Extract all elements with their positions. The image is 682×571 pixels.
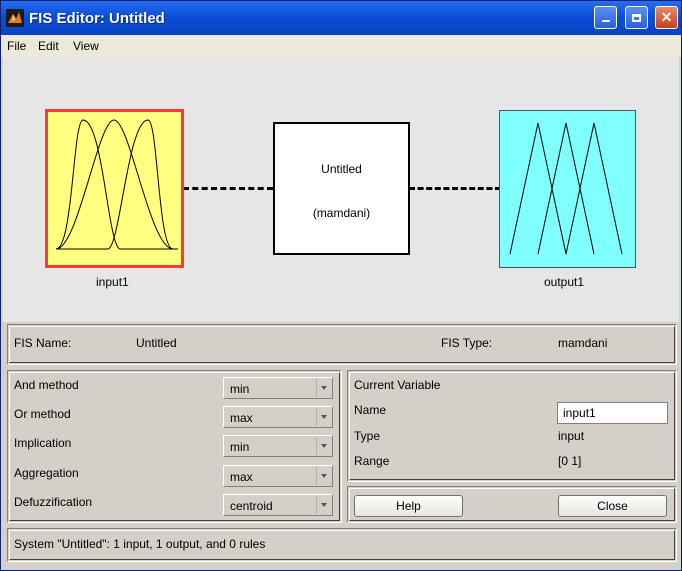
output-label: output1 [544,275,585,289]
minimize-icon [601,20,610,22]
output-connector [409,187,501,190]
variable-range-value: [0 1] [558,454,582,468]
chevron-down-icon[interactable] [316,379,331,397]
buttons-panel: Help Close [347,486,677,523]
and-method-label: And method [14,378,79,392]
methods-panel: And method min Or method max Implication… [7,370,342,523]
current-variable-header: Current Variable [354,378,441,392]
input-membership-functions [55,119,178,250]
variable-type-label: Type [354,429,381,443]
input-label: input1 [96,275,129,289]
status-panel: System "Untitled": 1 input, 1 output, an… [7,528,677,562]
input-connector [183,187,273,190]
implication-select[interactable]: min [223,435,333,457]
aggregation-value: max [230,470,253,484]
window-title: FIS Editor: Untitled [29,10,165,27]
system-block[interactable]: Untitled (mamdani) [273,122,410,255]
and-method-select[interactable]: min [223,377,333,399]
chevron-down-icon[interactable] [316,496,331,514]
defuzzification-select[interactable]: centroid [223,494,333,516]
output-variable-block[interactable] [499,110,636,268]
output-membership-functions [509,122,623,255]
maximize-button[interactable] [625,6,648,29]
fis-type-value: mamdani [558,336,608,350]
input-variable-block[interactable] [45,109,184,268]
title-bar[interactable]: FIS Editor: Untitled ✕ [1,1,681,35]
system-name: Untitled [321,162,362,176]
maximize-icon [632,14,641,22]
fis-editor-window: FIS Editor: Untitled ✕ File Edit View in… [0,0,682,571]
fis-name-value: Untitled [136,336,177,350]
menu-edit[interactable]: Edit [38,39,59,53]
fis-name-label: FIS Name: [14,336,72,350]
help-button[interactable]: Help [354,495,463,517]
variable-name-field[interactable]: input1 [557,402,668,424]
close-button[interactable]: Close [558,495,667,517]
menu-bar: File Edit View [1,35,681,57]
menu-file[interactable]: File [7,39,26,53]
current-variable-panel: Current Variable Name input1 Type input … [347,370,677,482]
chevron-down-icon[interactable] [316,437,331,455]
defuzzification-label: Defuzzification [14,495,93,509]
defuzzification-value: centroid [230,499,273,513]
menu-view[interactable]: View [73,39,99,53]
system-type: (mamdani) [312,206,371,220]
variable-type-value: input [558,429,585,443]
minimize-button[interactable] [594,6,617,29]
variable-name-label: Name [354,403,387,417]
fis-info-panel: FIS Name: Untitled FIS Type: mamdani [7,324,677,365]
implication-value: min [230,440,250,454]
aggregation-label: Aggregation [14,466,79,480]
fis-diagram: input1 Untitled (mamdani) output1 [3,57,679,322]
or-method-value: max [230,411,253,425]
or-method-select[interactable]: max [223,406,333,428]
fis-type-label: FIS Type: [441,336,493,350]
and-method-value: min [230,382,250,396]
chevron-down-icon[interactable] [316,467,331,485]
status-text: System "Untitled": 1 input, 1 output, an… [14,537,266,551]
aggregation-select[interactable]: max [223,465,333,487]
chevron-down-icon[interactable] [316,408,331,426]
or-method-label: Or method [14,407,71,421]
variable-range-label: Range [354,454,390,468]
variable-name-value: input1 [563,406,596,420]
matlab-icon [6,9,24,27]
implication-label: Implication [14,436,72,450]
window-close-button[interactable]: ✕ [655,6,678,29]
close-icon: ✕ [660,9,673,25]
